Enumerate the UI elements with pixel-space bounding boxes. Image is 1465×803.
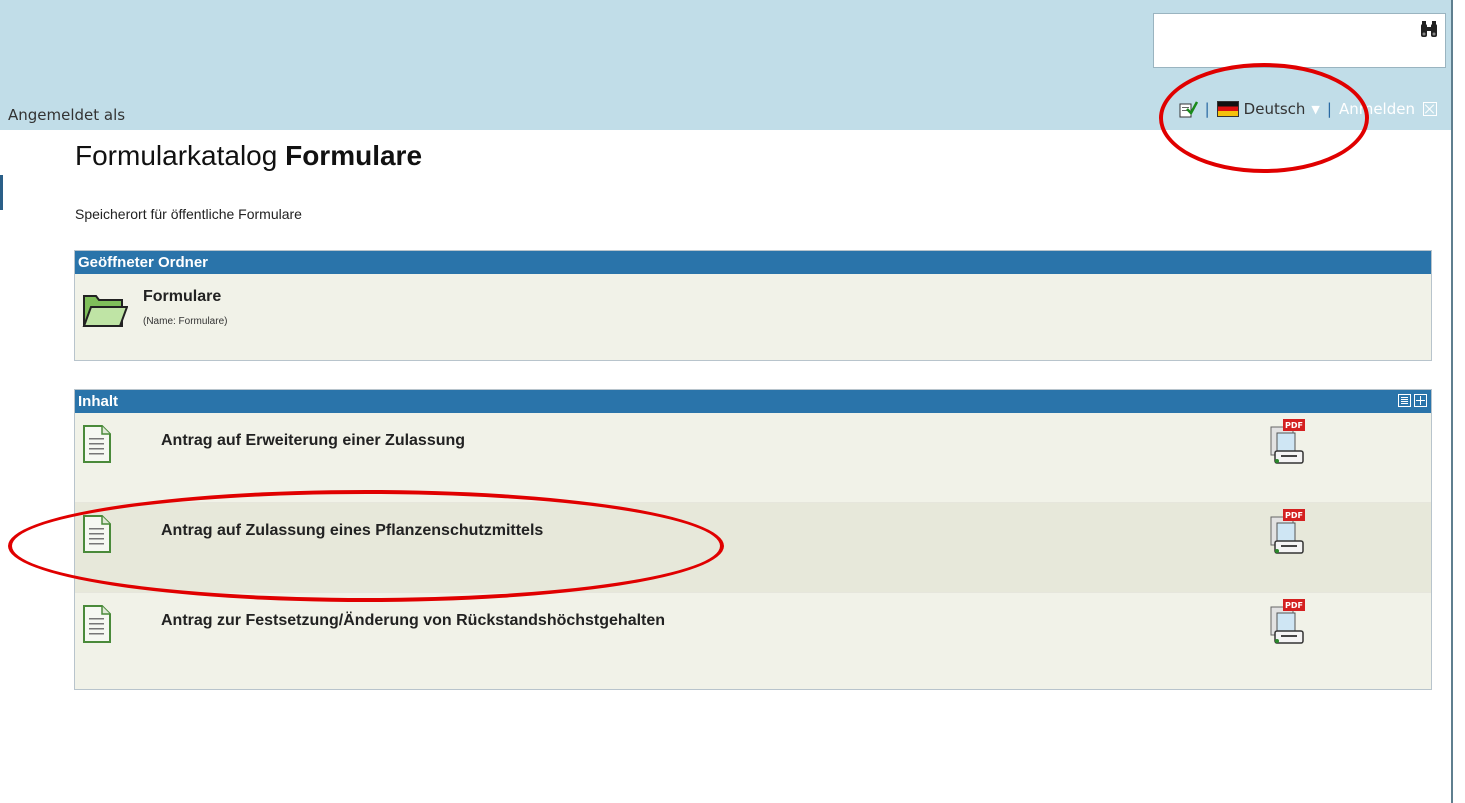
page-title-prefix: Formularkatalog [75,140,278,171]
form-title-link[interactable]: Antrag auf Erweiterung einer Zulassung [161,432,465,450]
accessibility-icon[interactable] [1178,99,1198,119]
chevron-down-icon: ▼ [1311,102,1320,116]
page-title: Formularkatalog Formulare [75,140,422,172]
open-folder-heading: Geöffneter Ordner [75,251,1431,274]
form-title-link[interactable]: Antrag auf Zulassung eines Pflanzenschut… [161,522,543,540]
folder-meta: (Name: Formulare) [143,316,228,327]
search-input[interactable] [1153,13,1446,68]
pdf-label: PDF [1285,601,1303,610]
pdf-icon[interactable]: PDF [1263,507,1307,557]
pdf-icon[interactable]: PDF [1263,597,1307,647]
german-flag-icon [1216,101,1239,117]
top-bar: Angemeldet als | Deutsch ▼ | Anmelden [0,0,1451,130]
view-toggle [1398,394,1427,407]
open-folder-panel: Geöffneter Ordner Formulare (Name: Formu… [74,250,1432,361]
document-icon[interactable] [82,424,112,464]
pdf-icon[interactable]: PDF [1263,417,1307,467]
pdf-label: PDF [1285,511,1303,520]
window-border [1451,0,1453,803]
language-label: Deutsch [1243,100,1306,118]
toolbar-separator: | [1204,100,1210,118]
form-title-link[interactable]: Antrag zur Festsetzung/Änderung von Rück… [161,612,665,630]
left-edge-marker [0,175,3,210]
document-icon[interactable] [82,514,112,554]
content-panel: Inhalt Antrag auf Erweiterung einer Zula… [74,389,1432,690]
list-view-icon[interactable] [1398,394,1411,407]
logged-in-label: Angemeldet als [8,106,126,124]
folder-name: Formulare [143,288,222,305]
open-folder-icon [82,295,128,327]
page-subtitle: Speicherort für öffentliche Formulare [75,206,302,222]
toolbar-separator: | [1326,100,1332,118]
login-link[interactable]: Anmelden [1339,100,1415,118]
list-item[interactable]: Antrag auf Zulassung eines Pflanzenschut… [75,503,1431,593]
document-icon[interactable] [82,604,112,644]
folder-row: Formulare (Name: Formulare) [75,274,1431,360]
binoculars-icon[interactable] [1419,20,1439,40]
grid-view-icon[interactable] [1414,394,1427,407]
content-heading-label: Inhalt [78,393,118,410]
page-title-bold: Formulare [285,140,423,171]
language-selector[interactable]: Deutsch ▼ [1216,100,1320,118]
close-icon[interactable] [1423,102,1437,116]
content-heading: Inhalt [75,390,1431,413]
list-item[interactable]: Antrag zur Festsetzung/Änderung von Rück… [75,593,1431,682]
header-toolbar: | Deutsch ▼ | Anmelden [1178,98,1437,120]
pdf-label: PDF [1285,421,1303,430]
list-item[interactable]: Antrag auf Erweiterung einer Zulassung P… [75,413,1431,503]
